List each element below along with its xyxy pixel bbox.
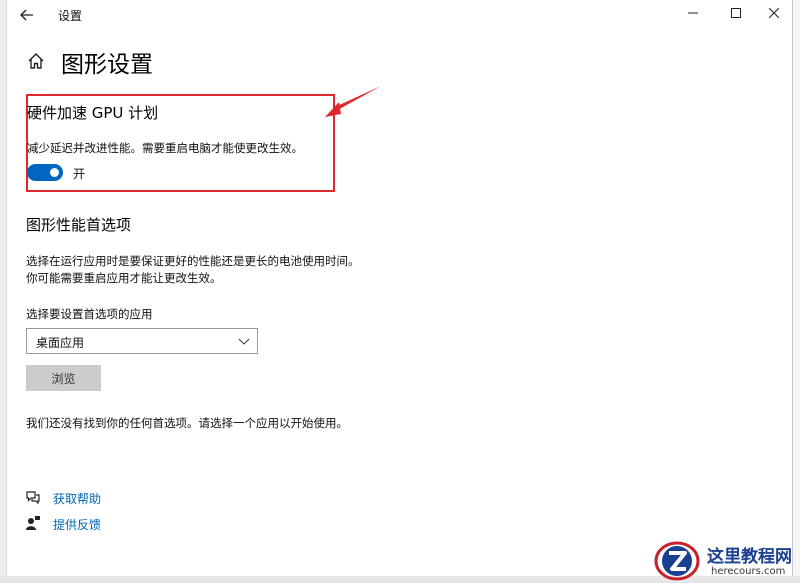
graphics-preference-description-1: 选择在运行应用时是要保证更好的性能还是更长的电池使用时间。 <box>26 254 360 268</box>
maximize-icon <box>731 8 741 18</box>
gpu-scheduling-toggle[interactable] <box>27 164 63 181</box>
help-chat-icon <box>26 491 40 505</box>
graphics-preference-title: 图形性能首选项 <box>26 216 132 234</box>
app-type-dropdown[interactable]: 桌面应用 <box>26 328 258 354</box>
feedback-icon <box>26 516 40 530</box>
settings-window: 设置 图形设置 硬件加速 GPU 计划 减少延迟并改进性能。需要重启电脑才能使更… <box>7 0 792 576</box>
background-window-right-edge <box>792 0 800 583</box>
graphics-preference-description-2: 你可能需要重启应用才能让更改生效。 <box>26 271 222 285</box>
minimize-icon <box>688 12 698 14</box>
toggle-knob <box>50 168 59 177</box>
feedback-link[interactable]: 提供反馈 <box>53 516 101 533</box>
annotation-arrow-icon <box>325 86 381 117</box>
chevron-down-icon <box>238 338 250 345</box>
gpu-scheduling-title: 硬件加速 GPU 计划 <box>27 104 159 122</box>
empty-preferences-message: 我们还没有找到你的任何首选项。请选择一个应用以开始使用。 <box>26 416 348 430</box>
window-title: 设置 <box>58 9 83 23</box>
close-icon <box>768 7 780 19</box>
browse-button[interactable]: 浏览 <box>26 365 101 391</box>
toggle-state-label: 开 <box>73 167 86 181</box>
app-select-label: 选择要设置首选项的应用 <box>26 307 153 321</box>
watermark-site-name: 这里教程网 <box>707 547 792 567</box>
title-bar: 设置 <box>7 0 792 30</box>
dropdown-selected-value: 桌面应用 <box>36 336 85 350</box>
get-help-link[interactable]: 获取帮助 <box>53 490 101 507</box>
back-arrow-icon <box>20 9 33 21</box>
site-watermark: 这里教程网 herecours.com <box>645 538 800 583</box>
home-icon[interactable] <box>26 51 46 71</box>
close-button[interactable] <box>754 0 794 30</box>
back-button[interactable] <box>15 4 39 26</box>
gpu-scheduling-description: 减少延迟并改进性能。需要重启电脑才能使更改生效。 <box>27 141 303 155</box>
page-title: 图形设置 <box>61 52 153 78</box>
watermark-logo-icon <box>654 541 700 581</box>
maximize-button[interactable] <box>716 0 756 30</box>
background-window-left-edge <box>0 0 7 583</box>
minimize-button[interactable] <box>673 0 713 30</box>
watermark-url: herecours.com <box>711 566 786 577</box>
